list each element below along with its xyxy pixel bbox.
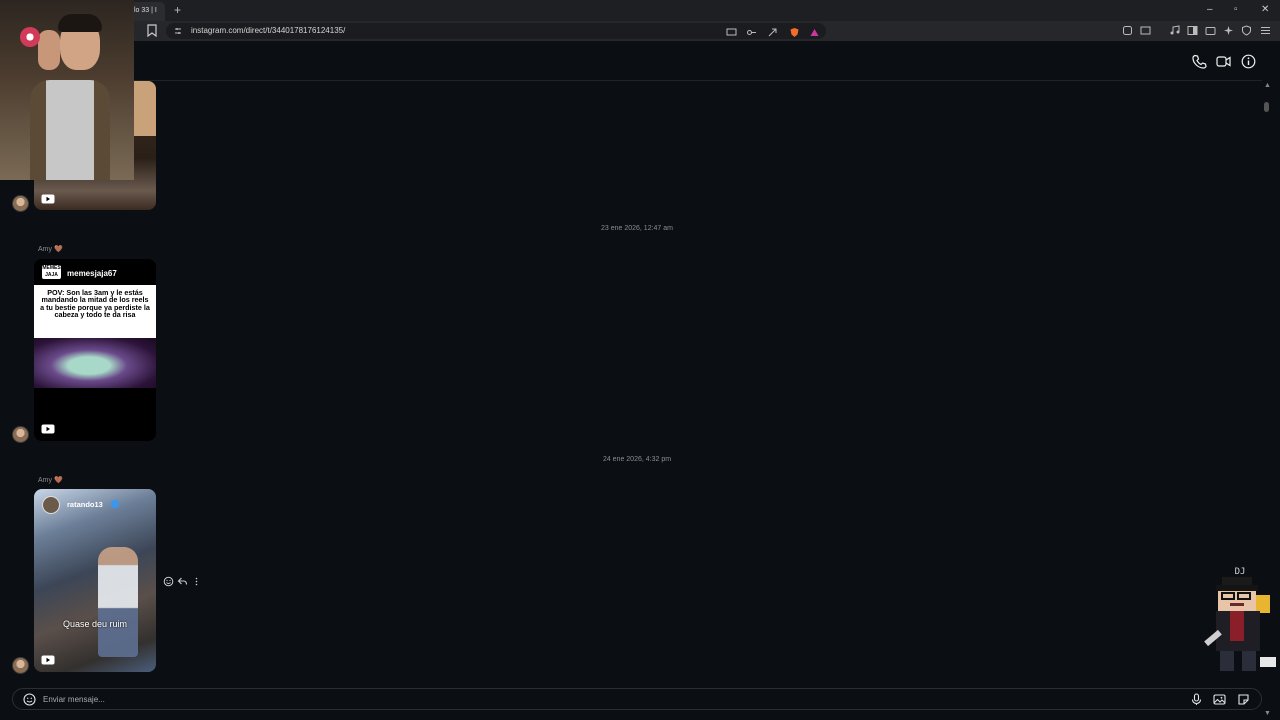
reel-thumbnail <box>34 338 156 388</box>
extensions-icon[interactable] <box>1122 25 1133 36</box>
webcam-person-hair <box>58 14 102 32</box>
microphone-icon[interactable] <box>1190 693 1203 706</box>
video-call-icon[interactable] <box>1216 54 1231 69</box>
url-field[interactable]: instagram.com/direct/t/3440178176124135/ <box>166 23 826 39</box>
message-composer <box>12 688 1262 710</box>
avatar[interactable] <box>12 195 29 212</box>
maximize-button[interactable]: ▫ <box>1234 3 1238 17</box>
shared-reel-message[interactable]: MEMES JAJA memesjaja67 POV: Son las 3am … <box>34 259 156 441</box>
message-input[interactable] <box>43 693 1143 706</box>
reply-icon[interactable] <box>177 576 188 587</box>
reel-caption: POV: Son las 3am y le estás mandando la … <box>34 285 156 338</box>
thread-header <box>0 41 1262 81</box>
scroll-thumb[interactable] <box>1264 102 1269 112</box>
screenshot-icon[interactable] <box>1140 25 1151 36</box>
pixel-character-overlay: DJ <box>1204 567 1276 671</box>
sidebar-icon[interactable] <box>1187 25 1198 36</box>
reel-account-avatar[interactable] <box>42 496 60 514</box>
browser-address-bar: instagram.com/direct/t/3440178176124135/ <box>0 21 1280 41</box>
site-settings-icon[interactable] <box>174 27 182 35</box>
close-window-button[interactable]: ✕ <box>1261 3 1269 17</box>
scroll-down-arrow-icon[interactable]: ▼ <box>1264 710 1271 717</box>
pixel-character-label: DJ <box>1235 567 1246 577</box>
cast-icon[interactable] <box>726 27 737 38</box>
reel-thumbnail-detail <box>132 81 156 136</box>
reel-account-logo: MEMES JAJA <box>42 265 61 279</box>
browser-tab[interactable]: lo 33 | I <box>130 2 165 21</box>
leo-ai-icon[interactable] <box>1223 25 1234 36</box>
browser-tab-bar: lo 33 | I + – ▫ ✕ <box>0 0 1280 21</box>
reel-header: MEMES JAJA memesjaja67 <box>34 259 156 285</box>
reel-thumbnail-subject <box>98 547 138 657</box>
reel-username[interactable]: memesjaja67 <box>67 269 117 278</box>
key-icon[interactable] <box>746 27 757 38</box>
gallery-icon[interactable] <box>1213 693 1226 706</box>
webcam-person-body <box>30 80 110 180</box>
shared-reel-message[interactable]: ratando13 Quase deu ruim <box>34 489 156 672</box>
message-timestamp: 24 ene 2026, 4:32 pm <box>602 456 672 463</box>
scroll-up-arrow-icon[interactable]: ▲ <box>1264 82 1271 89</box>
react-emoji-icon[interactable] <box>163 576 174 587</box>
emoji-icon[interactable] <box>23 693 36 706</box>
minimize-button[interactable]: – <box>1207 3 1213 17</box>
reel-play-icon <box>41 655 55 665</box>
avatar[interactable] <box>12 426 29 443</box>
vpn-icon[interactable] <box>1241 25 1252 36</box>
webcam-overlay <box>0 0 134 180</box>
phone-icon[interactable] <box>1192 54 1207 69</box>
new-tab-button[interactable]: + <box>174 3 181 17</box>
webcam-person-hand <box>38 30 60 70</box>
reel-caption: Quase deu ruim <box>62 619 128 629</box>
reel-play-icon <box>41 424 55 434</box>
message-timestamp: 23 ene 2026, 12:47 am <box>600 225 673 232</box>
flower-sticker-icon <box>20 27 40 47</box>
music-icon[interactable] <box>1169 25 1180 36</box>
brave-shield-icon[interactable] <box>789 27 800 38</box>
reel-play-icon <box>41 194 55 204</box>
sender-name: Amy 🤎 <box>38 477 63 484</box>
reel-username[interactable]: ratando13 <box>67 500 103 509</box>
info-icon[interactable] <box>1241 54 1256 69</box>
url-text: instagram.com/direct/t/3440178176124135/ <box>191 26 346 35</box>
more-options-icon[interactable] <box>191 576 202 587</box>
menu-icon[interactable] <box>1260 25 1271 36</box>
verified-badge-icon <box>111 500 119 508</box>
sticker-icon[interactable] <box>1237 693 1250 706</box>
avatar[interactable] <box>12 657 29 674</box>
instagram-direct-thread: ▲ ▼ 23 ene 2026, 12:47 am Amy 🤎 MEMES JA… <box>0 41 1280 720</box>
wallet-icon[interactable] <box>1205 25 1216 36</box>
sender-name: Amy 🤎 <box>38 246 63 253</box>
share-icon[interactable] <box>767 27 778 38</box>
rewards-icon[interactable] <box>809 27 820 38</box>
bookmark-icon[interactable] <box>147 24 157 37</box>
